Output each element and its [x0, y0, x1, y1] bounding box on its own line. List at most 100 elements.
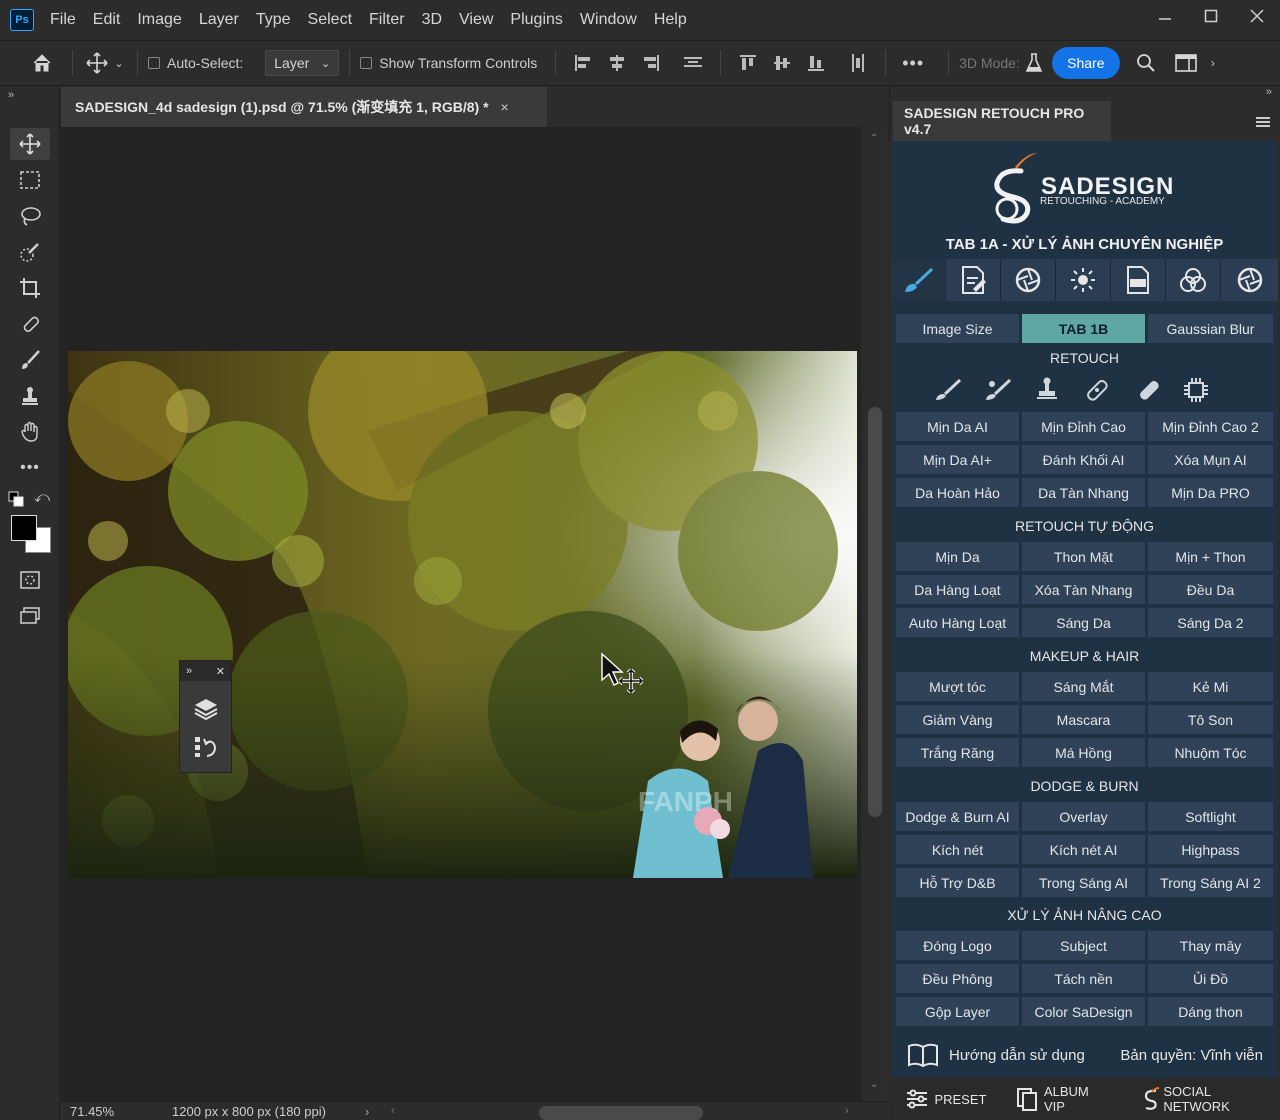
advanced-button[interactable]: Gộp Layer [896, 997, 1019, 1026]
makeup-button[interactable]: Kẻ Mi [1148, 672, 1273, 701]
auto-button[interactable]: Đều Da [1148, 575, 1273, 604]
menu-help[interactable]: Help [654, 11, 687, 29]
home-button[interactable] [22, 52, 62, 74]
dodge-button[interactable]: Softlight [1148, 802, 1273, 831]
search-button[interactable] [1126, 53, 1166, 73]
chevron-down-icon[interactable]: ⌄ [111, 57, 127, 70]
tab-retouch[interactable] [891, 259, 946, 301]
auto-button[interactable]: Auto Hàng Loạt [896, 608, 1019, 637]
quick-mask-button[interactable] [10, 564, 50, 596]
flask-button[interactable] [1020, 52, 1048, 74]
vertical-scrollbar[interactable]: ⌃ ⌄ [864, 127, 886, 1101]
distribute-button[interactable] [682, 52, 704, 74]
clone-stamp-tool[interactable] [10, 380, 50, 412]
dodge-button[interactable]: Trong Sáng AI 2 [1148, 868, 1273, 897]
guide-link[interactable]: Hướng dẫn sử dụng [949, 1047, 1085, 1064]
auto-button[interactable]: Sáng Da 2 [1148, 608, 1273, 637]
dodge-button[interactable]: Hỗ Trợ D&B [896, 868, 1019, 897]
advanced-button[interactable]: Đều Phông [896, 964, 1019, 993]
move-tool-preset-button[interactable] [83, 52, 111, 74]
document-tab[interactable]: SADESIGN_4d sadesign (1).psd @ 71.5% (渐变… [61, 87, 547, 127]
makeup-button[interactable]: Giảm Vàng [896, 705, 1019, 734]
advanced-button[interactable]: Đóng Logo [896, 931, 1019, 960]
menu-type[interactable]: Type [256, 11, 291, 29]
menu-file[interactable]: File [50, 11, 76, 29]
makeup-button[interactable]: Tô Son [1148, 705, 1273, 734]
dodge-button[interactable]: Kích nét [896, 835, 1019, 864]
swap-colors-icon[interactable]: ⤺ [34, 489, 50, 506]
auto-select-checkbox[interactable] [148, 57, 160, 69]
document-image[interactable]: FANPH [68, 351, 857, 878]
auto-button[interactable]: Xóa Tàn Nhang [1022, 575, 1145, 604]
panel-menu-button[interactable] [1256, 115, 1270, 133]
layers-button[interactable] [193, 697, 219, 726]
bandage-icon[interactable] [1082, 376, 1112, 404]
tab-aperture-2[interactable] [1221, 259, 1278, 301]
history-button[interactable] [193, 735, 219, 764]
auto-button[interactable]: Thon Mặt [1022, 542, 1145, 571]
close-tab-icon[interactable]: × [501, 99, 509, 115]
minimize-button[interactable] [1142, 0, 1188, 32]
show-transform-checkbox[interactable] [360, 57, 373, 69]
social-network-button[interactable]: SOCIAL NETWORK [1163, 1084, 1278, 1114]
advanced-button[interactable]: Ủi Đồ [1148, 964, 1273, 993]
album-vip-button[interactable]: ALBUM VIP [1044, 1084, 1112, 1114]
makeup-button[interactable]: Mascara [1022, 705, 1145, 734]
retouch-button[interactable]: Mịn Đỉnh Cao [1022, 412, 1145, 441]
auto-button[interactable]: Sáng Da [1022, 608, 1145, 637]
preset-button[interactable]: PRESET [934, 1092, 986, 1107]
scrollbar-thumb[interactable] [868, 407, 882, 817]
align-left-button[interactable] [572, 52, 594, 74]
screen-mode-button[interactable] [10, 600, 50, 632]
expand-icon[interactable]: » [186, 665, 192, 677]
align-center-h-button[interactable] [606, 52, 628, 74]
dodge-button[interactable]: Kích nét AI [1022, 835, 1145, 864]
advanced-button[interactable]: Color SaDesign [1022, 997, 1145, 1026]
patch-icon[interactable] [1134, 376, 1164, 404]
auto-button[interactable]: Mịn Da [896, 542, 1019, 571]
makeup-button[interactable]: Sáng Mắt [1022, 672, 1145, 701]
menu-plugins[interactable]: Plugins [510, 11, 562, 29]
close-icon[interactable]: ✕ [216, 665, 225, 678]
brush-icon[interactable] [934, 378, 962, 402]
retouch-button[interactable]: Mịn Đỉnh Cao 2 [1148, 412, 1273, 441]
menu-view[interactable]: View [459, 11, 493, 29]
auto-select-dropdown[interactable]: Layer ⌄ [265, 50, 340, 76]
close-window-button[interactable] [1234, 0, 1280, 32]
align-right-button[interactable] [640, 52, 662, 74]
makeup-button[interactable]: Trắng Răng [896, 738, 1019, 767]
scroll-left-icon[interactable]: ‹ [391, 1105, 395, 1117]
default-colors-icon[interactable] [8, 491, 24, 512]
retouch-button[interactable]: Da Tàn Nhang [1022, 478, 1145, 507]
chevron-right-icon[interactable]: › [1206, 56, 1220, 70]
align-top-button[interactable] [737, 52, 759, 74]
dodge-button[interactable]: Overlay [1022, 802, 1145, 831]
lasso-tool[interactable] [10, 200, 50, 232]
auto-button[interactable]: Da Hàng Loạt [896, 575, 1019, 604]
advanced-button[interactable]: Dáng thon [1148, 997, 1273, 1026]
advanced-button[interactable]: Thay mây [1148, 931, 1273, 960]
retouch-button[interactable]: Đánh Khối AI [1022, 445, 1145, 474]
crop-tool[interactable] [10, 272, 50, 304]
retouch-button[interactable]: Mịn Da PRO [1148, 478, 1273, 507]
align-middle-button[interactable] [771, 52, 793, 74]
scroll-down-icon[interactable]: ⌄ [870, 1079, 878, 1090]
tab-aperture[interactable] [1001, 259, 1056, 301]
advanced-button[interactable]: Tách nền [1022, 964, 1145, 993]
chevron-right-icon[interactable]: › [365, 1104, 369, 1119]
menu-image[interactable]: Image [137, 11, 181, 29]
menu-layer[interactable]: Layer [199, 11, 239, 29]
tab-3d[interactable] [1111, 259, 1166, 301]
makeup-button[interactable]: Nhuộm Tóc [1148, 738, 1273, 767]
foreground-color-swatch[interactable] [11, 515, 37, 541]
horizontal-scrollbar-thumb[interactable] [539, 1106, 703, 1120]
move-tool[interactable] [10, 128, 50, 160]
tab-document[interactable] [946, 259, 1001, 301]
makeup-button[interactable]: Má Hồng [1022, 738, 1145, 767]
marquee-tool[interactable] [10, 164, 50, 196]
plugin-panel-tab[interactable]: SADESIGN RETOUCH PRO v4.7 [893, 101, 1111, 141]
advanced-button[interactable]: Subject [1022, 931, 1145, 960]
share-button[interactable]: Share [1051, 47, 1120, 79]
gaussian-blur-button[interactable]: Gaussian Blur [1148, 314, 1273, 343]
dodge-button[interactable]: Trong Sáng AI [1022, 868, 1145, 897]
